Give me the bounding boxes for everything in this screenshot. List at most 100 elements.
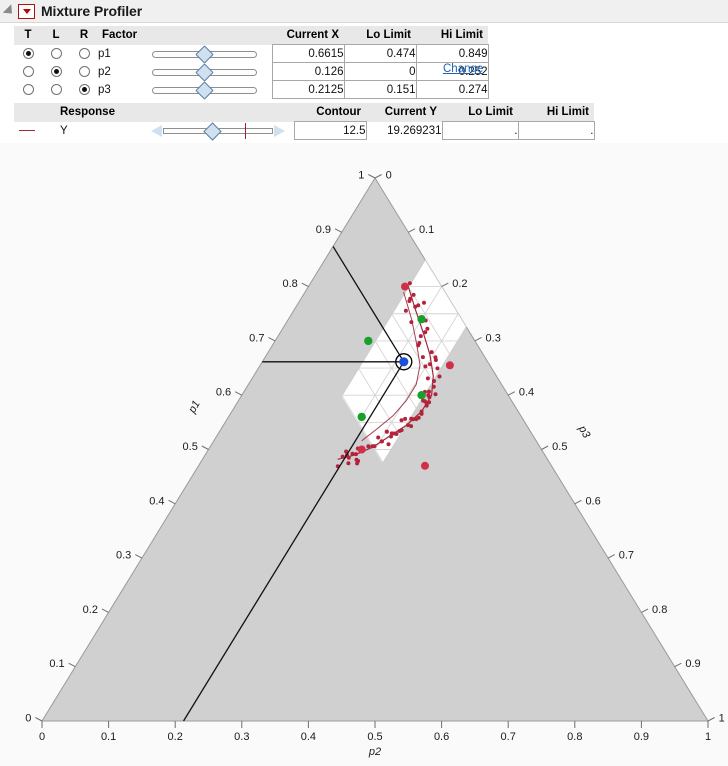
axis-tick-label: 0.9 — [634, 731, 649, 743]
axis-tick-label: 0.1 — [419, 224, 434, 236]
col-header-l: L — [42, 26, 70, 45]
page-title: Mixture Profiler — [41, 3, 143, 19]
factor-table: T L R Factor Current X Lo Limit Hi Limit… — [14, 26, 489, 100]
current-y-value: 19.269231 — [387, 124, 442, 137]
data-point-green[interactable] — [417, 315, 426, 324]
current-x-p1[interactable]: 0.6615 — [271, 44, 345, 63]
red-triangle-menu-icon[interactable] — [18, 3, 35, 19]
axis-tick-label: 0.6 — [434, 731, 449, 743]
axis-name-p2: p2 — [368, 746, 381, 758]
axis-tick-label: 0.5 — [183, 441, 198, 453]
radio-l-p3[interactable] — [42, 81, 70, 99]
response-slider[interactable] — [150, 121, 294, 141]
col-header-resp-hi-limit: Hi Limit — [518, 103, 594, 122]
table-row: p1 0.6615 0.474 0.849 — [14, 44, 489, 64]
col-header-lo-limit: Lo Limit — [344, 26, 416, 45]
col-header-current-x: Current X — [272, 26, 344, 45]
axis-tick-label: 0.9 — [316, 224, 331, 236]
response-lo-limit[interactable]: . — [441, 121, 519, 140]
axis-tick-label: 1 — [358, 170, 364, 182]
factor-name-p2: p2 — [98, 65, 111, 78]
axis-tick-label: 0.3 — [486, 332, 501, 344]
table-row: p3 0.2125 0.151 0.274 — [14, 80, 489, 100]
radio-t-p2[interactable] — [14, 63, 42, 81]
axis-tick-label: 0.5 — [552, 441, 567, 453]
axis-tick-label: 0.8 — [282, 278, 297, 290]
triangle-collapse-icon[interactable] — [2, 4, 17, 18]
col-header-contour: Contour — [294, 103, 366, 122]
radio-r-p1[interactable] — [70, 45, 98, 63]
data-point-green[interactable] — [417, 391, 426, 400]
axis-tick-label: 0 — [25, 713, 31, 725]
axis-tick-label: 0.5 — [367, 731, 382, 743]
response-name: Y — [60, 124, 68, 137]
axis-tick-label: 0.8 — [567, 731, 582, 743]
radio-t-p1[interactable] — [14, 45, 42, 63]
change-link[interactable]: Change — [443, 63, 483, 75]
radio-t-p3[interactable] — [14, 81, 42, 99]
col-header-resp-lo-limit: Lo Limit — [442, 103, 518, 122]
axis-tick-label: 0.7 — [501, 731, 516, 743]
axis-tick-label: 0.7 — [619, 550, 634, 562]
current-x-p3[interactable]: 0.2125 — [271, 80, 345, 99]
col-header-factor: Factor — [98, 26, 152, 45]
factor-slider-p3[interactable] — [152, 80, 272, 100]
radio-r-p2[interactable] — [70, 63, 98, 81]
axis-tick-label: 0.2 — [83, 604, 98, 616]
lo-limit-p1[interactable]: 0.474 — [343, 44, 417, 63]
axis-tick-label: 0.1 — [101, 731, 116, 743]
contour-value[interactable]: 12.5 — [293, 121, 367, 140]
table-row: p2 0.126 0 0.252 — [14, 62, 489, 82]
response-table-header-row: Response Contour Current Y Lo Limit Hi L… — [14, 103, 594, 122]
radio-l-p1[interactable] — [42, 45, 70, 63]
axis-tick-label: 0.2 — [168, 731, 183, 743]
axis-tick-label: 0.3 — [234, 731, 249, 743]
axis-tick-label: 0 — [386, 170, 392, 182]
axis-tick-label: 1 — [705, 731, 711, 743]
col-header-slider — [152, 26, 272, 45]
factor-slider-p1[interactable] — [152, 44, 272, 64]
axis-tick-label: 0.4 — [519, 387, 534, 399]
data-point-red[interactable] — [445, 361, 454, 370]
response-table: Response Contour Current Y Lo Limit Hi L… — [14, 103, 595, 141]
factor-slider-p2[interactable] — [152, 62, 272, 82]
axis-tick-label: 0 — [39, 731, 45, 743]
hi-limit-p1[interactable]: 0.849 — [415, 44, 489, 63]
col-header-spacer1 — [14, 103, 42, 122]
response-color-swatch — [19, 129, 35, 131]
col-header-response: Response — [42, 103, 150, 122]
response-hi-limit[interactable]: . — [517, 121, 595, 140]
radio-l-p2[interactable] — [42, 63, 70, 81]
response-legend-cell — [14, 122, 42, 140]
panel-titlebar: Mixture Profiler — [0, 0, 728, 23]
lo-limit-p2[interactable]: 0 — [343, 62, 417, 81]
data-point-green[interactable] — [357, 412, 366, 422]
col-header-hi-limit: Hi Limit — [416, 26, 488, 45]
axis-tick-label: 0.8 — [652, 604, 667, 616]
data-point-red[interactable] — [401, 282, 409, 291]
current-point-marker[interactable] — [399, 357, 409, 367]
factor-name-p3: p3 — [98, 83, 111, 96]
table-row: Y 12.5 19.269231 . . — [14, 121, 595, 141]
hi-limit-p3[interactable]: 0.274 — [415, 80, 489, 99]
axis-tick-label: 1 — [719, 713, 725, 725]
col-header-t: T — [14, 26, 42, 45]
axis-tick-label: 0.9 — [685, 658, 700, 670]
ternary-plot[interactable]: 0 0.1 0.2 0.3 0.4 0.5 0.6 0.7 0.8 0.9 1 1 0.9 0.8 0.7 0… — [0, 143, 728, 766]
axis-tick-label: 0.7 — [249, 332, 264, 344]
factor-table-header-row: T L R Factor Current X Lo Limit Hi Limit — [14, 26, 488, 45]
axis-tick-label: 0.2 — [452, 278, 467, 290]
axis-tick-label: 0.4 — [301, 731, 316, 743]
col-header-response-slider — [150, 103, 294, 122]
axis-tick-label: 0.6 — [216, 387, 231, 399]
axis-tick-label: 0.3 — [116, 550, 131, 562]
profiler-controls: T L R Factor Current X Lo Limit Hi Limit… — [0, 23, 728, 141]
radio-r-p3[interactable] — [70, 81, 98, 99]
current-x-p2[interactable]: 0.126 — [271, 62, 345, 81]
data-point-red[interactable] — [357, 445, 366, 454]
lo-limit-p3[interactable]: 0.151 — [343, 80, 417, 99]
data-point-green[interactable] — [364, 336, 373, 346]
axis-tick-label: 0.1 — [49, 658, 64, 670]
col-header-r: R — [70, 26, 98, 45]
data-point-red[interactable] — [421, 461, 429, 470]
